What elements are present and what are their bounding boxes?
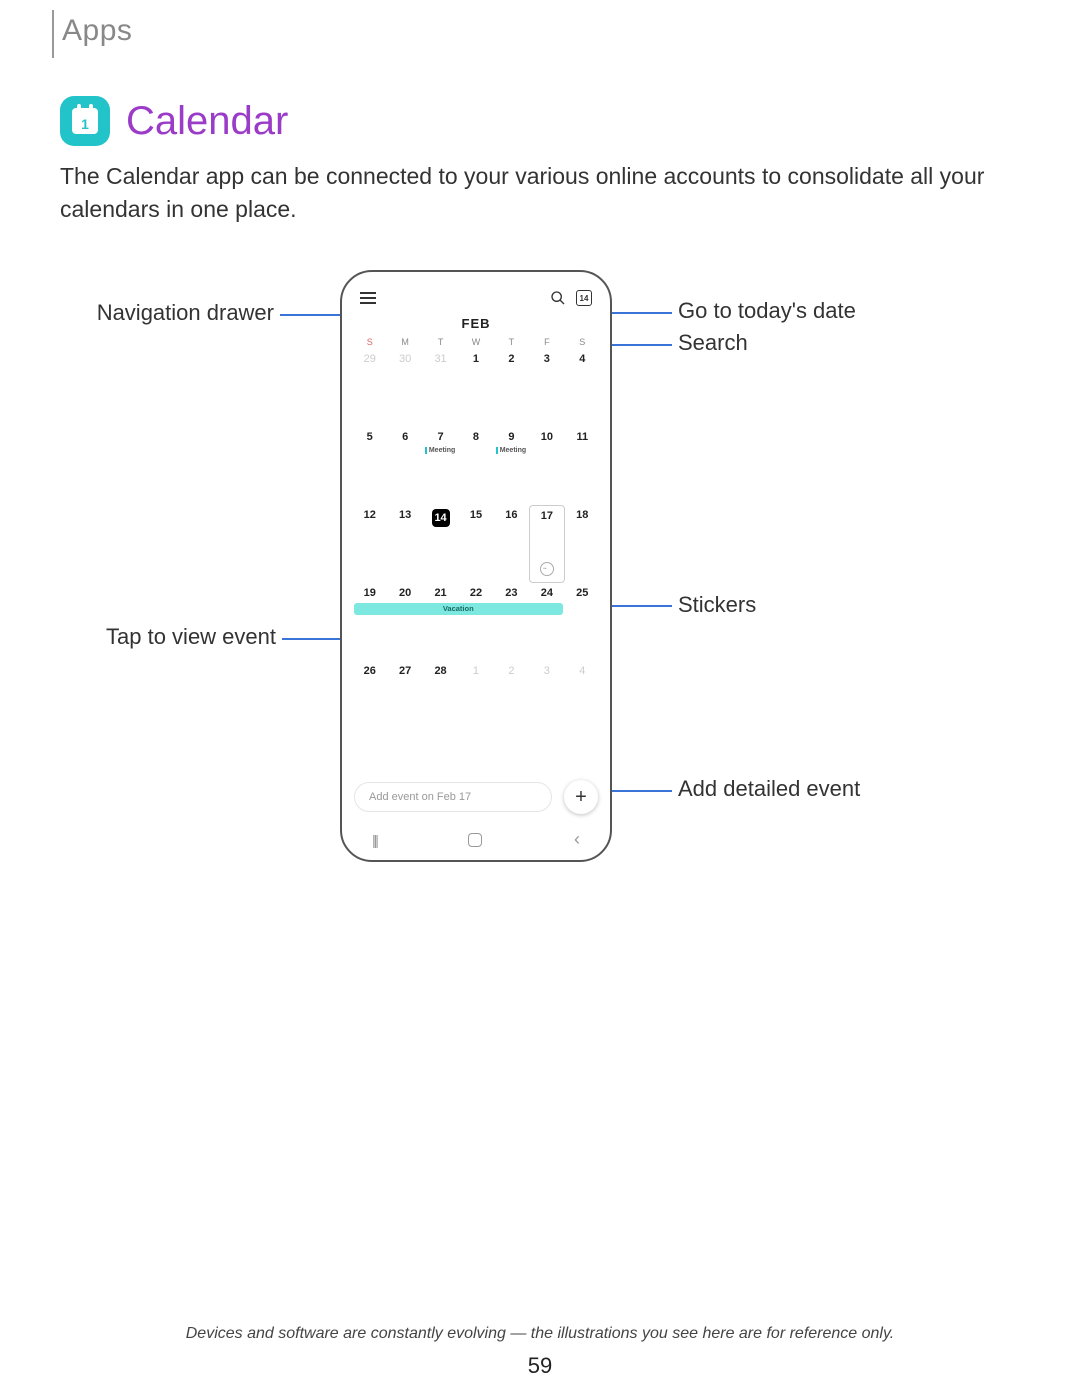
month-label: FEB <box>352 316 600 331</box>
calendar-day[interactable]: 23 <box>494 583 529 661</box>
calendar-day[interactable]: 3 <box>529 349 564 427</box>
callout-today: Go to today's date <box>678 298 856 324</box>
weekday-label: M <box>387 337 422 347</box>
calendar-day[interactable]: 24 <box>529 583 564 661</box>
calendar-day[interactable]: 2 <box>494 349 529 427</box>
menu-icon[interactable] <box>360 292 376 304</box>
calendar-day[interactable]: 2 <box>494 661 529 739</box>
callout-add-event: Add detailed event <box>678 776 860 802</box>
calendar-day[interactable]: 16 <box>494 505 529 583</box>
add-event-fab[interactable]: + <box>564 780 598 814</box>
home-icon[interactable] <box>468 833 482 847</box>
calendar-day[interactable]: 4 <box>565 661 600 739</box>
calendar-day[interactable]: 14 <box>423 505 458 583</box>
search-icon[interactable] <box>550 290 566 306</box>
callout-stickers: Stickers <box>678 592 756 618</box>
add-event-input[interactable]: Add event on Feb 17 <box>354 782 552 812</box>
weekday-label: T <box>423 337 458 347</box>
calendar-day[interactable]: 21 <box>423 583 458 661</box>
calendar-day[interactable]: 4 <box>565 349 600 427</box>
calendar-day[interactable]: 10 <box>529 427 564 505</box>
calendar-day[interactable]: 13 <box>387 505 422 583</box>
leader-line <box>602 312 672 314</box>
weekday-label: S <box>565 337 600 347</box>
sticker-icon[interactable] <box>540 562 554 576</box>
weekday-row: SMTWTFS <box>352 337 600 347</box>
footnote: Devices and software are constantly evol… <box>0 1325 1080 1343</box>
weekday-label: T <box>494 337 529 347</box>
event-chip[interactable]: Meeting <box>496 447 526 454</box>
calendar-day[interactable]: 27 <box>387 661 422 739</box>
recents-icon[interactable]: ||| <box>372 832 377 848</box>
android-nav-bar: ||| ‹ <box>372 829 580 850</box>
calendar-app-icon: 1 <box>60 96 110 146</box>
calendar-day[interactable]: 1 <box>458 661 493 739</box>
page-title: Calendar <box>126 99 288 144</box>
calendar-day[interactable]: 31 <box>423 349 458 427</box>
header-rule <box>52 10 54 58</box>
weekday-label: W <box>458 337 493 347</box>
calendar-day[interactable]: 11 <box>565 427 600 505</box>
weekday-label: S <box>352 337 387 347</box>
calendar-day[interactable]: 12 <box>352 505 387 583</box>
calendar-day[interactable]: 1 <box>458 349 493 427</box>
app-icon-number: 1 <box>81 116 89 132</box>
calendar-day[interactable]: 28 <box>423 661 458 739</box>
calendar-day[interactable]: 30 <box>387 349 422 427</box>
callout-nav-drawer: Navigation drawer <box>94 300 274 326</box>
calendar-day[interactable]: 9Meeting <box>494 427 529 505</box>
calendar-day[interactable]: 22 <box>458 583 493 661</box>
intro-text: The Calendar app can be connected to you… <box>60 160 1020 227</box>
calendar-day[interactable]: 20 <box>387 583 422 661</box>
calendar-day[interactable]: 19Vacation <box>352 583 387 661</box>
calendar-day[interactable]: 17 <box>529 505 564 583</box>
back-icon[interactable]: ‹ <box>574 829 580 850</box>
phone-mockup: 14 FEB SMTWTFS 2930311234567Meeting89Mee… <box>340 270 612 862</box>
calendar-day[interactable]: 25 <box>565 583 600 661</box>
callout-tap-event: Tap to view event <box>106 624 276 650</box>
calendar-day[interactable]: 29 <box>352 349 387 427</box>
weekday-label: F <box>529 337 564 347</box>
callout-search: Search <box>678 330 748 356</box>
calendar-day[interactable]: 18 <box>565 505 600 583</box>
event-chip[interactable]: Meeting <box>425 447 455 454</box>
today-icon[interactable]: 14 <box>576 290 592 306</box>
calendar-day[interactable]: 3 <box>529 661 564 739</box>
page-number: 59 <box>0 1353 1080 1379</box>
calendar-day[interactable]: 7Meeting <box>423 427 458 505</box>
calendar-grid[interactable]: 2930311234567Meeting89Meeting10111213141… <box>352 349 600 739</box>
breadcrumb: Apps <box>62 14 132 48</box>
calendar-day[interactable]: 15 <box>458 505 493 583</box>
calendar-day[interactable]: 5 <box>352 427 387 505</box>
calendar-day[interactable]: 6 <box>387 427 422 505</box>
calendar-day[interactable]: 8 <box>458 427 493 505</box>
calendar-day[interactable]: 26 <box>352 661 387 739</box>
